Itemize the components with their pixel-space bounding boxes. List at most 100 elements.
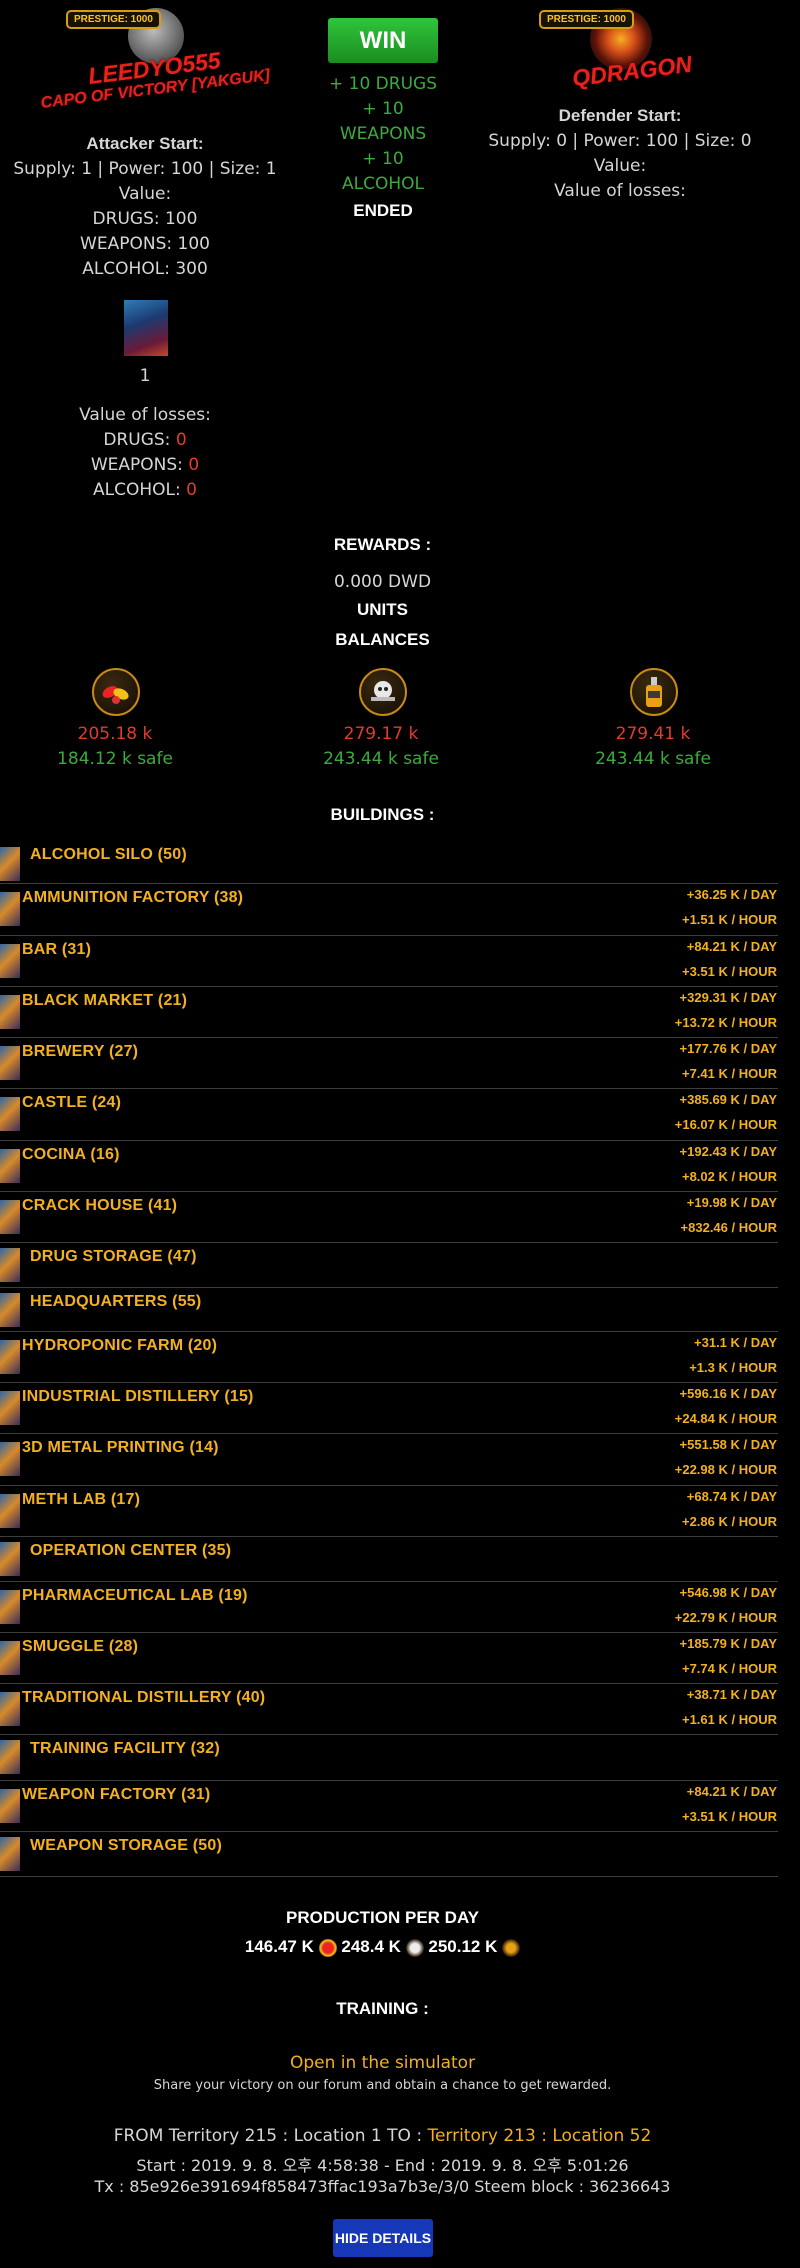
building-row-bar[interactable]: BAR (31) +84.21 K / DAY +3.51 K / HOUR [0, 936, 778, 987]
building-row-industrial-distillery[interactable]: INDUSTRIAL DISTILLERY (15) +596.16 K / D… [0, 1383, 778, 1434]
building-row-drug-storage[interactable]: DRUG STORAGE (47) [0, 1243, 778, 1288]
building-thumbnail [0, 1494, 20, 1528]
building-row-weapon-factory[interactable]: WEAPON FACTORY (31) +84.21 K / DAY +3.51… [0, 1781, 778, 1832]
building-name: CASTLE (24) [22, 1094, 122, 1111]
building-row-pharmaceutical-lab[interactable]: PHARMACEUTICAL LAB (19) +546.98 K / DAY … [0, 1582, 778, 1633]
route-to-territory[interactable]: Territory 213 [427, 2126, 535, 2146]
transaction-info: Tx : 85e926e391694f858473ffac193a7b3e/3/… [94, 2177, 671, 2196]
building-production-day: +19.98 K / DAY [686, 1195, 777, 1210]
building-name: SMUGGLE (28) [22, 1638, 139, 1655]
building-name: METH LAB (17) [22, 1491, 141, 1508]
building-thumbnail [0, 847, 20, 881]
building-thumbnail [0, 1391, 20, 1425]
building-thumbnail [0, 1097, 20, 1131]
training-heading: TRAINING : [336, 1999, 429, 2018]
battle-status: ENDED [353, 201, 413, 220]
rewards-dwd: 0.000 DWD [333, 572, 432, 592]
production-alcohol: 250.12 K [428, 1937, 498, 1956]
building-production-hour: +1.61 K / HOUR [681, 1712, 777, 1727]
building-thumbnail [0, 1692, 20, 1726]
result-line-5: ALCOHOL [342, 174, 424, 194]
building-row-3d-metal-printing[interactable]: 3D METAL PRINTING (14) +551.58 K / DAY +… [0, 1434, 778, 1486]
building-thumbnail [0, 892, 20, 926]
building-production-day: +546.98 K / DAY [679, 1585, 777, 1600]
loss-alcohol-value: 0 [186, 480, 197, 500]
building-name: BLACK MARKET (21) [22, 992, 188, 1009]
weapons-skull-gun-icon [405, 1938, 424, 1957]
building-production-day: +31.1 K / DAY [694, 1335, 777, 1350]
defender-losses-label: Value of losses: [554, 181, 686, 201]
building-production-hour: +7.41 K / HOUR [681, 1066, 777, 1081]
building-production-hour: +1.51 K / HOUR [681, 912, 777, 927]
defender-start-label: Defender Start: [558, 106, 682, 125]
building-production-day: +192.43 K / DAY [679, 1144, 777, 1159]
building-name: WEAPON STORAGE (50) [30, 1837, 222, 1854]
building-name: CRACK HOUSE (41) [22, 1197, 178, 1214]
building-name: AMMUNITION FACTORY (38) [22, 889, 244, 906]
building-name: TRAINING FACILITY (32) [30, 1740, 220, 1757]
attacker-value-label: Value: [118, 184, 172, 204]
building-row-crack-house[interactable]: CRACK HOUSE (41) +19.98 K / DAY +832.46 … [0, 1192, 778, 1243]
building-row-black-market[interactable]: BLACK MARKET (21) +329.31 K / DAY +13.72… [0, 987, 778, 1038]
building-row-meth-lab[interactable]: METH LAB (17) +68.74 K / DAY +2.86 K / H… [0, 1486, 778, 1537]
building-production-day: +385.69 K / DAY [679, 1092, 777, 1107]
result-line-3: WEAPONS [339, 124, 427, 144]
unit-card-image [124, 300, 168, 356]
building-name: BAR (31) [22, 941, 92, 958]
building-name: 3D METAL PRINTING (14) [22, 1439, 219, 1456]
balance-weapons-safe: 243.44 k safe [323, 749, 439, 769]
building-row-smuggle[interactable]: SMUGGLE (28) +185.79 K / DAY +7.74 K / H… [0, 1633, 778, 1684]
building-row-castle[interactable]: CASTLE (24) +385.69 K / DAY +16.07 K / H… [0, 1089, 778, 1141]
building-thumbnail [0, 944, 20, 978]
attacker-loss-weapons: WEAPONS: 0 [0, 455, 290, 475]
building-production-hour: +22.98 K / HOUR [674, 1462, 777, 1477]
building-production-hour: +22.79 K / HOUR [674, 1610, 777, 1625]
drugs-pills-icon [318, 1938, 337, 1957]
building-row-headquarters[interactable]: HEADQUARTERS (55) [0, 1288, 778, 1332]
building-production-hour: +7.74 K / HOUR [681, 1661, 777, 1676]
building-production-day: +84.21 K / DAY [686, 1784, 777, 1799]
loss-weapons-label: WEAPONS: [90, 455, 183, 475]
territory-route: FROM Territory 215 : Location 1 TO : Ter… [0, 2126, 765, 2146]
win-button[interactable]: WIN [328, 18, 438, 63]
building-row-operation-center[interactable]: OPERATION CENTER (35) [0, 1537, 778, 1582]
units-heading: UNITS [357, 600, 408, 619]
building-row-cocina[interactable]: COCINA (16) +192.43 K / DAY +8.02 K / HO… [0, 1141, 778, 1192]
building-row-brewery[interactable]: BREWERY (27) +177.76 K / DAY +7.41 K / H… [0, 1038, 778, 1089]
simulator-link[interactable]: Open in the simulator [0, 2053, 765, 2073]
building-thumbnail [0, 1248, 20, 1282]
rewards-heading: REWARDS : [333, 535, 432, 554]
building-row-weapon-storage[interactable]: WEAPON STORAGE (50) [0, 1832, 778, 1877]
building-production-hour: +13.72 K / HOUR [674, 1015, 777, 1030]
attacker-drugs: DRUGS: 100 [92, 209, 198, 229]
building-name: WEAPON FACTORY (31) [22, 1786, 211, 1803]
defender-name[interactable]: QDRAGON [571, 51, 694, 92]
route-from: FROM Territory 215 : Location 1 TO : [113, 2126, 423, 2146]
route-separator: : [541, 2126, 547, 2146]
building-production-day: +185.79 K / DAY [679, 1636, 777, 1651]
building-name: BREWERY (27) [22, 1043, 139, 1060]
building-thumbnail [0, 1542, 20, 1576]
building-production-hour: +3.51 K / HOUR [681, 964, 777, 979]
building-thumbnail [0, 1740, 20, 1774]
defender-value-label: Value: [593, 156, 647, 176]
building-row-traditional-distillery[interactable]: TRADITIONAL DISTILLERY (40) +38.71 K / D… [0, 1684, 778, 1735]
building-name: OPERATION CENTER (35) [30, 1542, 232, 1559]
building-row-alcohol-silo[interactable]: ALCOHOL SILO (50) [0, 843, 778, 884]
balance-drugs-amount: 205.18 k [77, 724, 153, 744]
building-row-hydroponic-farm[interactable]: HYDROPONIC FARM (20) +31.1 K / DAY +1.3 … [0, 1332, 778, 1383]
weapons-skull-gun-icon [359, 668, 407, 716]
building-row-ammunition-factory[interactable]: AMMUNITION FACTORY (38) +36.25 K / DAY +… [0, 884, 778, 936]
battle-time: Start : 2019. 9. 8. 오후 4:58:38 - End : 2… [136, 2156, 629, 2175]
building-production-day: +36.25 K / DAY [686, 887, 777, 902]
attacker-loss-drugs: DRUGS: 0 [0, 430, 290, 450]
building-production-day: +177.76 K / DAY [679, 1041, 777, 1056]
production-weapons: 248.4 K [341, 1937, 401, 1956]
building-production-hour: +1.3 K / HOUR [689, 1360, 777, 1375]
route-to-location[interactable]: Location 52 [552, 2126, 651, 2146]
unit-count: 1 [139, 366, 151, 386]
hide-details-button[interactable]: HIDE DETAILS [333, 2219, 433, 2257]
building-row-training-facility[interactable]: TRAINING FACILITY (32) [0, 1735, 778, 1781]
balance-alcohol-safe: 243.44 k safe [595, 749, 711, 769]
building-production-hour: +24.84 K / HOUR [674, 1411, 777, 1426]
